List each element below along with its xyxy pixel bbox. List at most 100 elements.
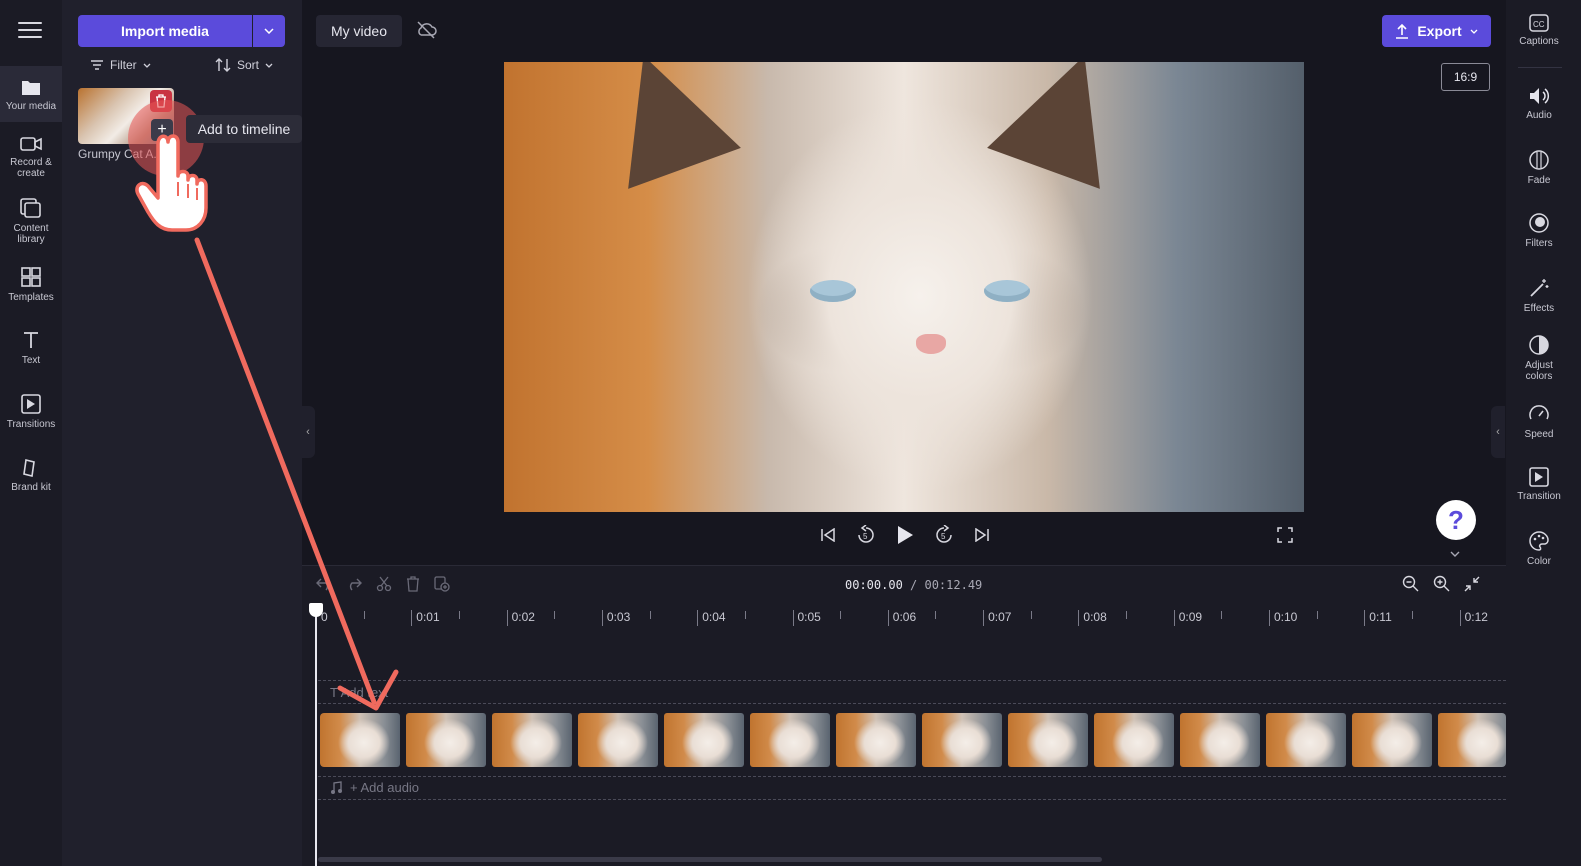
ruler-tick-label: 0:03	[601, 610, 630, 626]
svg-text:5: 5	[863, 532, 868, 541]
chevron-down-icon	[264, 28, 274, 34]
rail-item-transitions[interactable]: Transitions	[0, 394, 62, 430]
forward-5s-icon[interactable]: 5	[934, 525, 954, 545]
ruler-tick-label: 0:05	[792, 610, 821, 626]
video-clip-frame	[922, 713, 1002, 767]
right-properties-rail: CC Captions Audio Fade Filters Effects A…	[1506, 0, 1581, 866]
ruler-minor-tick	[1221, 611, 1226, 619]
rail-item-brand-kit[interactable]: Brand kit	[0, 457, 62, 493]
help-button[interactable]: ?	[1436, 500, 1476, 540]
ruler-minor-tick	[744, 611, 750, 619]
filters-icon	[1529, 213, 1549, 233]
undo-icon[interactable]	[316, 577, 332, 591]
menu-icon[interactable]	[18, 22, 42, 40]
rail-item-filters[interactable]: Filters	[1506, 212, 1572, 249]
ruler-tick-label: 0:12	[1459, 610, 1488, 626]
rail-item-speed[interactable]: Speed	[1506, 403, 1572, 440]
ruler-minor-tick	[363, 611, 369, 619]
rail-item-transition[interactable]: Transition	[1506, 467, 1572, 502]
collapse-media-panel-button[interactable]: ‹	[301, 406, 315, 458]
skip-to-end-icon[interactable]	[974, 528, 990, 542]
fit-timeline-icon[interactable]	[1464, 576, 1480, 592]
chevron-down-icon[interactable]	[1433, 546, 1477, 562]
timeline-toolbar	[316, 576, 450, 592]
ruler-tick-label: 0:11	[1364, 610, 1392, 626]
rail-item-record-create[interactable]: Record & create	[0, 136, 62, 179]
skip-to-start-icon[interactable]	[820, 528, 836, 542]
scissors-icon[interactable]	[376, 576, 392, 592]
duplicate-icon[interactable]	[434, 576, 450, 592]
zoom-in-icon[interactable]	[1433, 575, 1450, 592]
add-text-track[interactable]: T Add text	[318, 680, 1506, 704]
redo-icon[interactable]	[346, 577, 362, 591]
video-clip-frame	[1094, 713, 1174, 767]
ruler-minor-tick	[1030, 611, 1036, 619]
rail-item-your-media[interactable]: Your media	[0, 66, 62, 122]
chevron-down-icon	[265, 63, 273, 68]
music-note-icon	[331, 781, 342, 794]
rail-item-templates[interactable]: Templates	[0, 267, 62, 303]
ruler-tick-label: 0:10	[1269, 610, 1297, 626]
ruler-minor-tick	[1126, 611, 1131, 619]
ruler-tick-label: 0:01	[411, 610, 440, 626]
effects-icon	[1530, 279, 1549, 297]
ruler-minor-tick	[649, 611, 655, 619]
ruler-minor-tick	[1316, 611, 1322, 619]
camera-icon	[20, 137, 42, 151]
zoom-tools	[1402, 575, 1480, 592]
zoom-out-icon[interactable]	[1402, 575, 1419, 592]
filter-button[interactable]: Filter	[90, 58, 151, 72]
playhead-handle[interactable]	[309, 603, 323, 617]
sort-button[interactable]: Sort	[215, 58, 273, 72]
transition-icon	[1529, 467, 1549, 487]
total-time: / 00:12.49	[910, 578, 983, 592]
video-clip-frame	[578, 713, 658, 767]
library-icon	[20, 198, 41, 218]
video-clip-frame	[1266, 713, 1346, 767]
import-media-button[interactable]: Import media	[78, 15, 252, 47]
video-clip-frame	[750, 713, 830, 767]
ruler-minor-tick	[840, 611, 845, 619]
add-audio-track[interactable]: + Add audio	[318, 776, 1506, 800]
timeline-scrollbar[interactable]	[318, 857, 1102, 862]
timecode: 00:00.00 / 00:12.49	[845, 578, 982, 592]
export-button[interactable]: Export	[1382, 15, 1491, 47]
left-nav-rail: Your media Record & create Content libra…	[0, 0, 62, 866]
brand-kit-icon	[23, 459, 35, 477]
captions-icon: CC	[1529, 14, 1549, 32]
playhead[interactable]	[315, 606, 317, 866]
video-track[interactable]	[320, 713, 1506, 767]
collapse-properties-panel-button[interactable]: ‹	[1491, 406, 1505, 458]
current-time: 00:00.00	[845, 578, 903, 592]
add-to-timeline-tooltip: Add to timeline	[186, 115, 302, 143]
import-options-button[interactable]	[253, 15, 285, 47]
rail-item-color[interactable]: Color	[1506, 530, 1572, 567]
video-clip-frame	[1008, 713, 1088, 767]
rail-item-adjust-colors[interactable]: Adjust colors	[1506, 334, 1572, 382]
cat-eye-right	[984, 280, 1030, 302]
project-title[interactable]: My video	[316, 15, 402, 47]
timeline-ruler[interactable]: 0 0:01 0:02 0:03 0:04 0:05 0:06 0:07 0:08 0:09 0:1…	[316, 606, 1506, 630]
rail-item-effects[interactable]: Effects	[1506, 277, 1572, 314]
aspect-ratio-button[interactable]: 16:9	[1441, 63, 1490, 91]
fullscreen-icon[interactable]	[1277, 527, 1293, 548]
video-clip-frame	[406, 713, 486, 767]
video-preview[interactable]	[504, 62, 1304, 512]
rewind-5s-icon[interactable]: 5	[856, 525, 876, 545]
svg-text:5: 5	[941, 532, 946, 541]
rail-item-text[interactable]: Text	[0, 330, 62, 366]
rail-item-fade[interactable]: Fade	[1506, 149, 1572, 186]
video-clip-frame	[1180, 713, 1260, 767]
rail-item-content-library[interactable]: Content library	[0, 198, 62, 245]
video-clip-frame	[320, 713, 400, 767]
play-icon[interactable]	[896, 525, 914, 545]
add-audio-label: + Add audio	[350, 780, 420, 795]
trash-icon[interactable]	[406, 576, 420, 592]
video-editor-app: Your media Record & create Content libra…	[0, 0, 1581, 866]
color-palette-icon	[1529, 531, 1549, 551]
add-to-timeline-button[interactable]: +	[151, 119, 173, 141]
rail-item-audio[interactable]: Audio	[1506, 86, 1572, 121]
upload-icon	[1396, 23, 1409, 39]
rail-item-captions[interactable]: CC Captions	[1506, 14, 1572, 47]
video-clip-frame	[1352, 713, 1432, 767]
